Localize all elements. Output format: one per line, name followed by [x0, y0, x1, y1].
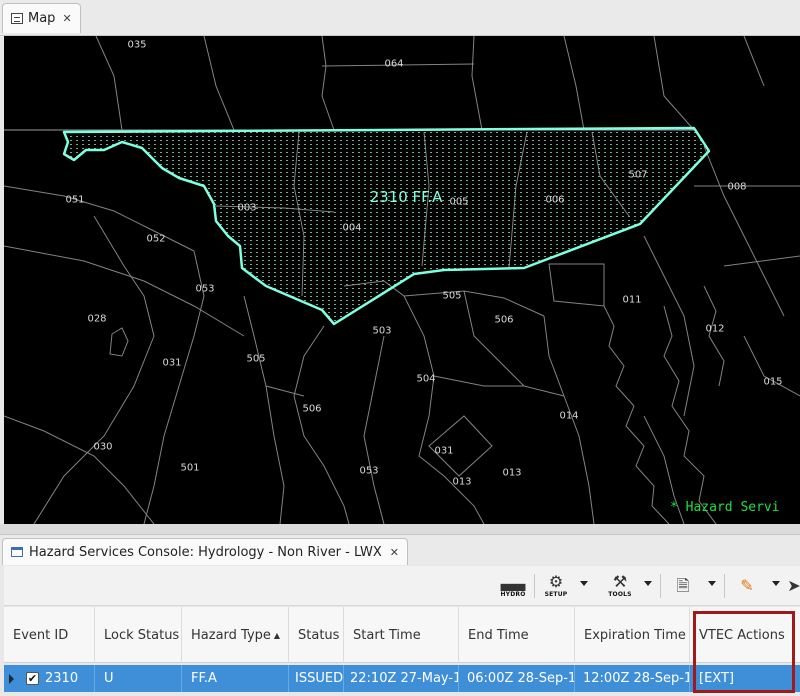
- zone-label: 003: [237, 202, 257, 214]
- zone-label: 507: [628, 169, 648, 181]
- close-icon[interactable]: ✕: [62, 12, 71, 25]
- zone-label: 053: [195, 283, 215, 295]
- zone-label: 035: [127, 39, 147, 51]
- column-header-start-time[interactable]: Start Time: [344, 607, 459, 663]
- gear-icon: ⚙: [548, 572, 564, 591]
- map-boundaries: [4, 36, 800, 524]
- zone-label: 031: [434, 445, 454, 457]
- expand-row-icon[interactable]: [9, 674, 14, 684]
- column-header-end-time[interactable]: End Time: [459, 607, 575, 663]
- pencil-icon: ✎: [740, 576, 754, 595]
- zone-label: 013: [452, 476, 472, 488]
- zone-label: 015: [763, 376, 783, 388]
- zone-label: 014: [559, 410, 579, 422]
- hazard-table-header: Event ID Lock Status Hazard Type ▲ Status…: [4, 607, 800, 663]
- zone-label: 031: [162, 357, 182, 369]
- cell-start-time: 22:10Z 27-May-18: [344, 665, 459, 692]
- hydro-button-label: HYDRO: [500, 591, 526, 598]
- view-sash[interactable]: [0, 524, 800, 534]
- setup-button-label: SETUP: [544, 591, 568, 598]
- column-header-label: End Time: [468, 627, 529, 643]
- toolbar-separator: [534, 574, 535, 598]
- tab-map[interactable]: Map ✕: [2, 3, 81, 33]
- zone-label: 006: [545, 194, 565, 206]
- close-icon[interactable]: ✕: [390, 546, 399, 559]
- zone-label: 506: [494, 314, 514, 326]
- column-header-label: Expiration Time: [584, 627, 686, 643]
- cell-lock-status: U: [95, 665, 182, 692]
- zone-label: 506: [302, 403, 322, 415]
- zone-label: 501: [180, 462, 200, 474]
- zone-label: 004: [342, 222, 362, 234]
- zone-label: 503: [372, 325, 392, 337]
- hazard-label[interactable]: 2310 FF.A: [370, 188, 443, 206]
- zone-label: 505: [442, 290, 462, 302]
- products-dropdown-arrow[interactable]: [708, 581, 716, 586]
- map-legend: * Hazard Servi: [670, 500, 780, 515]
- zone-label: 008: [727, 181, 747, 193]
- event-id-value: 2310: [45, 671, 79, 686]
- select-button[interactable]: ➤: [787, 570, 800, 602]
- map-tab-bar: Map ✕: [0, 0, 800, 36]
- table-row[interactable]: ✔ 2310 U FF.A ISSUED 22:10Z 27-May-18 06…: [4, 665, 800, 692]
- toolbar-separator: [724, 574, 725, 598]
- column-header-expiration-time[interactable]: Expiration Time: [575, 607, 690, 663]
- cell-status: ISSUED: [289, 665, 344, 692]
- console-window-icon: [11, 547, 23, 557]
- setup-dropdown-arrow[interactable]: [580, 581, 588, 586]
- column-header-label: Hazard Type: [191, 627, 271, 643]
- column-header-label: Event ID: [13, 627, 69, 643]
- hammer-icon: ⚒: [612, 572, 628, 591]
- zone-label: 030: [93, 441, 113, 453]
- pointer-icon: ➤: [787, 576, 800, 595]
- zone-label: 051: [65, 194, 85, 206]
- column-header-label: Status: [298, 627, 340, 643]
- setup-button[interactable]: ⚙ SETUP: [542, 570, 570, 602]
- console-tab-bar: Hazard Services Console: Hydrology - Non…: [0, 534, 800, 565]
- row-checkbox[interactable]: ✔: [26, 672, 39, 685]
- map-view-icon: [11, 13, 23, 24]
- tools-button-label: TOOLS: [608, 591, 632, 598]
- zone-label: 012: [705, 323, 725, 335]
- zone-label: 505: [246, 353, 266, 365]
- edit-button[interactable]: ✎: [736, 570, 758, 602]
- zone-label: 504: [416, 373, 436, 385]
- column-header-hazard-type[interactable]: Hazard Type ▲: [182, 607, 289, 663]
- sort-ascending-icon: ▲: [273, 630, 281, 640]
- cell-vtec-actions: [EXT]: [699, 671, 734, 686]
- zone-label: 053: [359, 465, 379, 477]
- zone-label: 064: [384, 58, 404, 70]
- map-canvas[interactable]: 035 064 051 052 003 004 005 006 507 008 053 505 506 5…: [4, 36, 800, 524]
- cell-event-id: ✔ 2310: [18, 665, 95, 692]
- hydro-button[interactable]: ▃▃ HYDRO: [498, 570, 528, 602]
- column-header-status[interactable]: Status: [289, 607, 344, 663]
- zone-label: 052: [146, 233, 166, 245]
- tools-button[interactable]: ⚒ TOOLS: [606, 570, 634, 602]
- hazard-area-polygon[interactable]: [62, 126, 711, 326]
- zone-label: 005: [449, 196, 469, 208]
- hydro-icon: ▃▃: [500, 572, 526, 591]
- toolbar-separator: [660, 574, 661, 598]
- document-icon: 🗎: [676, 576, 690, 595]
- products-button[interactable]: 🗎: [672, 570, 694, 602]
- zone-label: 011: [622, 294, 642, 306]
- column-header-label: Start Time: [353, 627, 421, 643]
- tools-dropdown-arrow[interactable]: [644, 581, 652, 586]
- column-header-lock-status[interactable]: Lock Status: [95, 607, 182, 663]
- column-header-label: Lock Status: [104, 627, 180, 643]
- edit-dropdown-arrow[interactable]: [772, 581, 780, 586]
- console-tab-label: Hazard Services Console: Hydrology - Non…: [29, 544, 382, 560]
- column-header-vtec-actions[interactable]: VTEC Actions: [690, 607, 800, 663]
- zone-label: 028: [87, 313, 107, 325]
- zone-label: 013: [502, 467, 522, 479]
- column-header-label: VTEC Actions: [699, 627, 785, 643]
- console-toolbar: ▃▃ HYDRO ⚙ SETUP ⚒ TOOLS 🗎 ✎ ➤: [4, 566, 800, 606]
- column-header-event-id[interactable]: Event ID: [4, 607, 95, 663]
- cell-end-time: 06:00Z 28-Sep-18: [459, 665, 575, 692]
- cell-hazard-type: FF.A: [182, 665, 289, 692]
- tab-hazard-services-console[interactable]: Hazard Services Console: Hydrology - Non…: [2, 538, 409, 565]
- map-tab-label: Map: [28, 11, 56, 26]
- cell-expiration-time: 12:00Z 28-Sep-18: [575, 665, 690, 692]
